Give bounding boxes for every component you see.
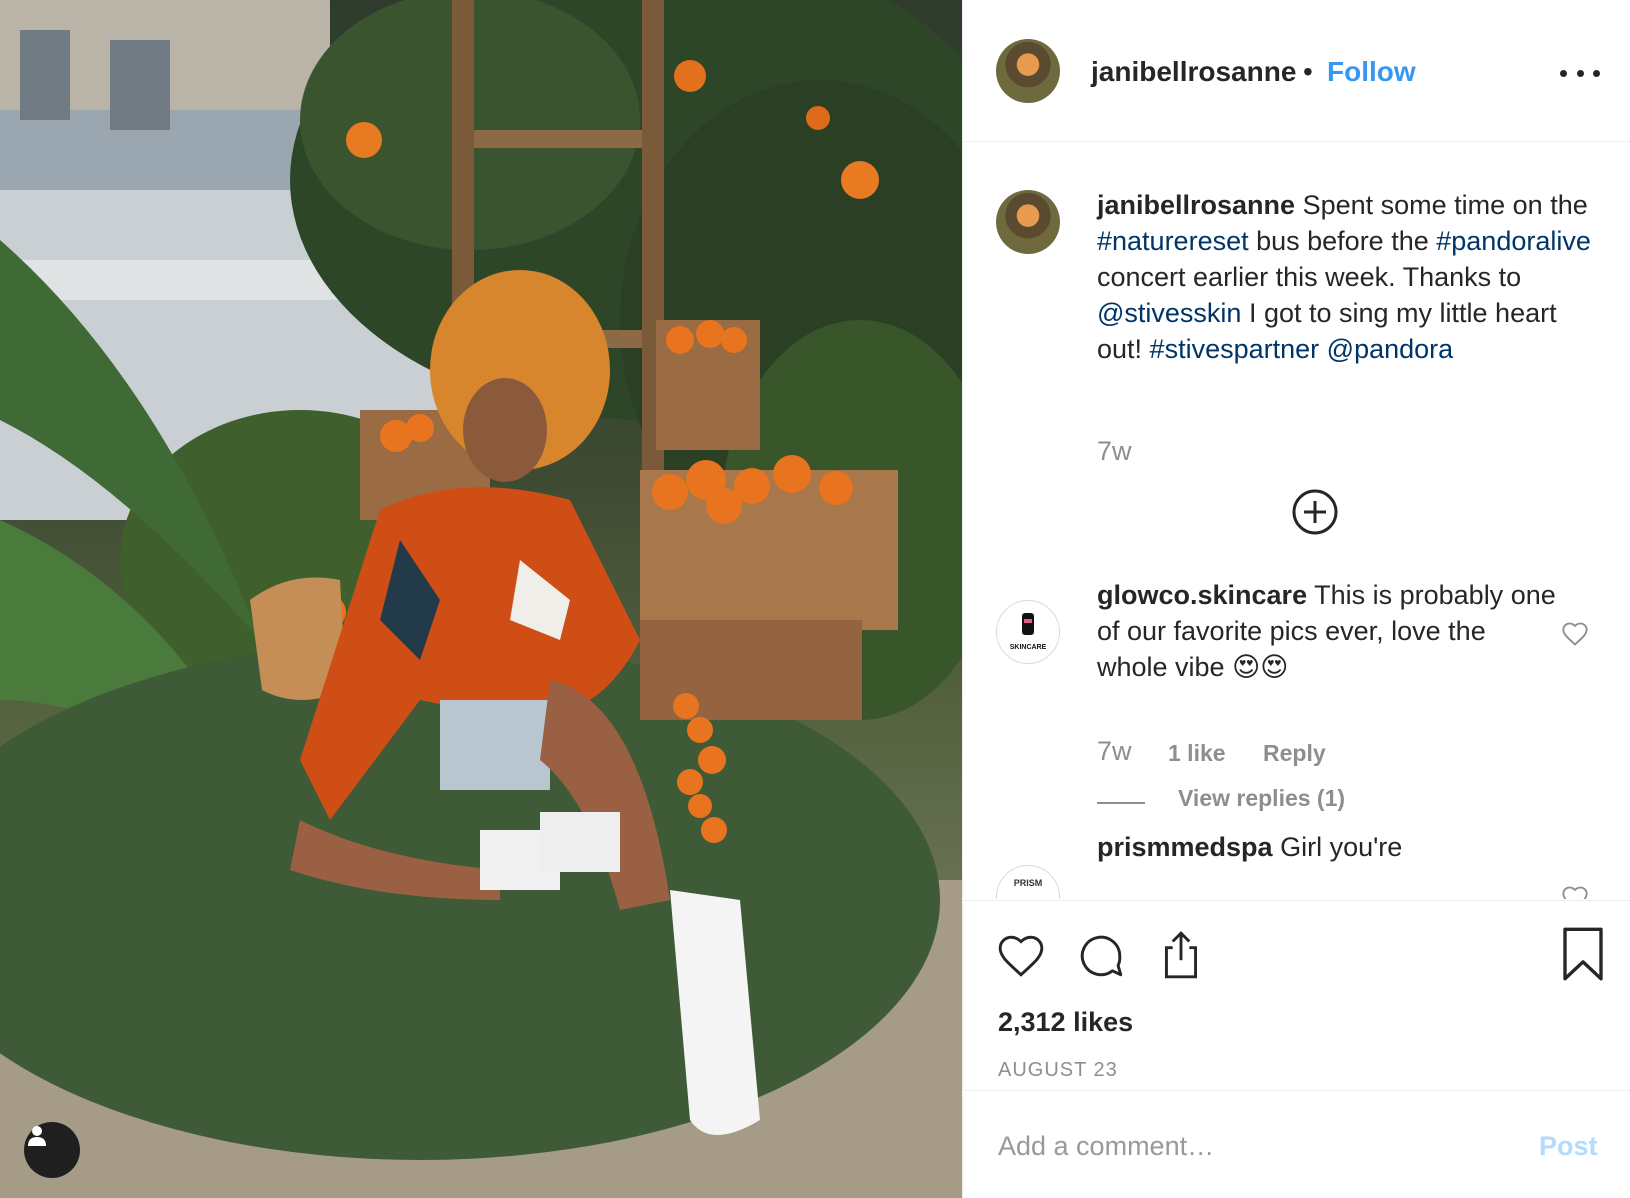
commenter-avatar-label: SKINCARE: [1009, 644, 1047, 651]
bookmark-icon[interactable]: [1560, 927, 1606, 981]
post-photo-illustration: [0, 0, 962, 1198]
comments-list[interactable]: janibellrosanne Spent some time on the #…: [963, 143, 1630, 899]
mention-link[interactable]: @pandora: [1327, 334, 1454, 364]
heart-icon[interactable]: [996, 931, 1046, 981]
comment-like-button[interactable]: [1561, 884, 1589, 899]
hashtag-link[interactable]: #pandoralive: [1436, 226, 1591, 256]
comment-username[interactable]: prismmedspa: [1097, 832, 1273, 862]
caption-segment: bus before the: [1248, 226, 1437, 256]
share-icon[interactable]: [1156, 929, 1206, 981]
caption-segment: [1319, 334, 1327, 364]
reply-button[interactable]: Reply: [1263, 740, 1326, 767]
post-side-panel: janibellrosanne • Follow janibellrosanne…: [962, 0, 1630, 1198]
commenter-avatar[interactable]: SKINCARE: [996, 600, 1060, 664]
more-options-icon[interactable]: [1560, 58, 1600, 88]
comment-body: Girl you're: [1272, 832, 1403, 862]
header-separator: •: [1303, 56, 1313, 87]
hashtag-link[interactable]: #stivespartner: [1150, 334, 1320, 364]
follow-button[interactable]: Follow: [1327, 56, 1416, 88]
comment-bubble-icon[interactable]: [1076, 931, 1126, 981]
caption-segment: concert earlier this week. Thanks to: [1097, 262, 1522, 292]
heart-icon: [1562, 622, 1588, 646]
caption-segment: Spent some time on the: [1295, 190, 1588, 220]
caption-avatar[interactable]: [996, 190, 1060, 254]
comment-username[interactable]: glowco.skincare: [1097, 580, 1307, 610]
circle-plus-icon: [1292, 489, 1338, 535]
comment-text: glowco.skincare This is probably one of …: [1097, 577, 1557, 685]
add-comment-form: Post: [963, 1090, 1630, 1198]
caption-text: janibellrosanne Spent some time on the #…: [1097, 187, 1597, 367]
load-more-comments-button[interactable]: [1291, 488, 1339, 536]
replies-divider: [1097, 802, 1145, 804]
comment-likes[interactable]: 1 like: [1168, 740, 1226, 767]
comment-text: prismmedspa Girl you're: [1097, 829, 1557, 865]
comment-input[interactable]: [996, 1121, 1496, 1171]
view-replies-button[interactable]: View replies (1): [1178, 785, 1345, 812]
post-date[interactable]: AUGUST 23: [998, 1059, 1118, 1082]
caption-timestamp[interactable]: 7w: [1097, 436, 1132, 467]
heart-icon: [1562, 886, 1588, 899]
comment-like-button[interactable]: [1561, 620, 1589, 648]
caption-username[interactable]: janibellrosanne: [1097, 190, 1295, 220]
commenter-avatar-label: PRISM: [1013, 878, 1043, 888]
post-actions: 2,312 likes AUGUST 23: [963, 900, 1630, 1090]
post-photo[interactable]: [0, 0, 962, 1198]
commenter-avatar[interactable]: PRISM: [996, 865, 1060, 899]
comment-timestamp[interactable]: 7w: [1097, 736, 1132, 767]
avatar[interactable]: [996, 39, 1060, 103]
header-username[interactable]: janibellrosanne: [1091, 56, 1296, 88]
mention-link[interactable]: @stivesskin: [1097, 298, 1241, 328]
likes-count[interactable]: 2,312 likes: [998, 1007, 1133, 1038]
post-comment-button[interactable]: Post: [1539, 1131, 1598, 1162]
tag-user-button[interactable]: [24, 1122, 80, 1178]
hashtag-link[interactable]: #naturereset: [1097, 226, 1249, 256]
post-header: janibellrosanne • Follow: [963, 0, 1630, 142]
